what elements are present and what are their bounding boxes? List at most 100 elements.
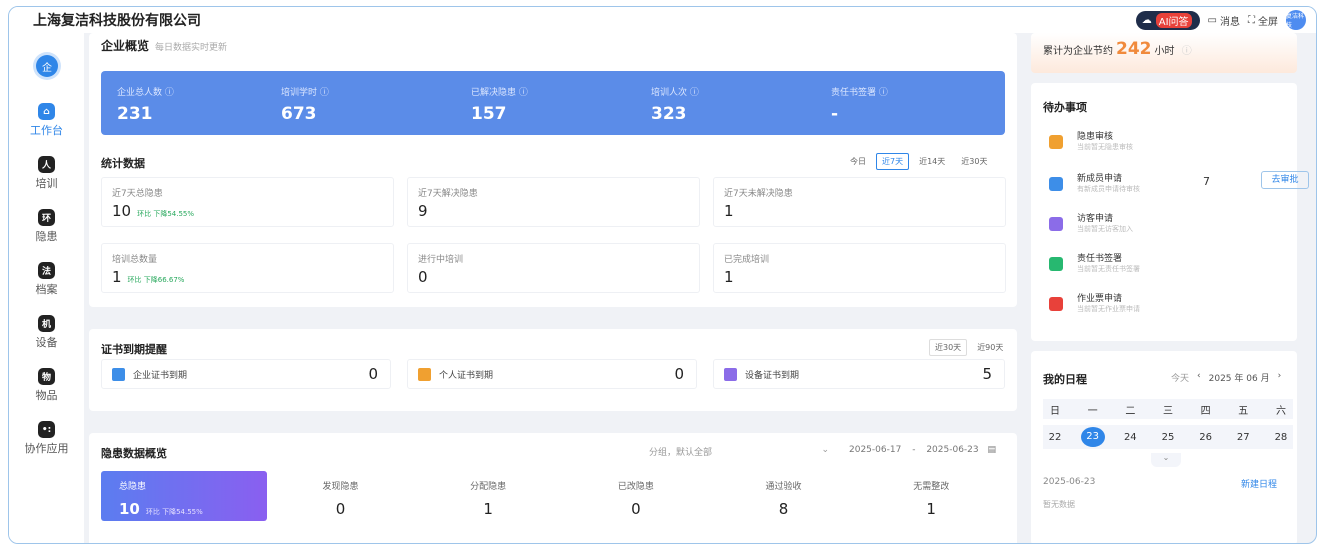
range-tab-90d[interactable]: 近90天 [971,339,1009,356]
overview-subtitle: 每日数据实时更新 [155,43,228,53]
todo-label: 作业票申请 [1077,294,1123,304]
sidebar-item-workbench[interactable]: ⌂ 工作台 [9,103,84,138]
hazard-stat-assigned[interactable]: 分配隐患 1 [414,471,562,521]
calendar-day[interactable]: 26 [1194,432,1218,443]
todo-sub: 当前暂无责任书签署 [1077,265,1140,273]
hazard-stat-accepted[interactable]: 通过验收 8 [710,471,858,521]
person-icon: 人 [38,156,55,173]
schedule-date: 2025-06-23 [1043,477,1096,487]
sidebar-item-device[interactable]: 机 设备 [9,315,84,350]
calendar-day-selected[interactable]: 23 [1080,427,1105,447]
weekday: 四 [1200,405,1211,417]
weekday-header: 日 一 二 三 四 五 六 [1043,399,1293,419]
ai-assistant-button[interactable]: ☁ AI问答 [1135,10,1200,30]
sidebar-item-goods[interactable]: 物 物品 [9,368,84,403]
calendar-day[interactable]: 22 [1043,432,1067,443]
stat-cell-training-ongoing: 进行中培训 0 [407,243,700,293]
sidebar-item-training[interactable]: 人 培训 [9,156,84,191]
hazard-stat-label: 通过验收 [765,482,802,492]
stat-value: - [831,104,839,124]
savings-text: 累计为企业节约 242 小时 ⓘ [1043,39,1192,59]
cell-label: 进行中培训 [418,255,464,265]
hazard-stat-value: 1 [926,500,936,518]
calendar-day[interactable]: 25 [1156,432,1180,443]
todo-label: 隐患审核 [1077,132,1114,142]
calendar-day[interactable]: 27 [1231,432,1255,443]
todo-responsibility-sign[interactable]: 责任书签署 当前暂无责任书签署 [1043,251,1293,281]
stat-label: 责任书签署 ⓘ [831,88,888,98]
date-separator: - [912,445,916,455]
app-window: 上海复洁科技股份有限公司 ☁ AI问答 ▭ 消息 ⛶ 全屏 复洁科技 企 ⌂ 工… [8,6,1317,544]
sidebar-item-archive[interactable]: 法 档案 [9,262,84,297]
today-button[interactable]: 今天 [1171,371,1189,384]
range-tab-30d[interactable]: 近30天 [929,339,968,356]
stat-training-attendance: 培训人次 ⓘ 323 [651,85,699,124]
apps-icon: •: [38,421,55,438]
statistics-range-tabs: 今日 近7天 近14天 近30天 [844,153,993,170]
calendar-day[interactable]: 24 [1118,432,1142,443]
expand-chevron-icon[interactable]: ⌄ [1151,453,1181,467]
sidebar-item-hazard[interactable]: 环 隐患 [9,209,84,244]
cert-label: 设备证书到期 [745,370,800,381]
todo-visitor-request[interactable]: 访客申请 当前暂无访客加入 [1043,211,1293,241]
hazard-stat-label: 发现隐患 [322,482,359,492]
schedule-empty: 暂无数据 [1043,500,1075,509]
sidebar-item-apps[interactable]: •: 协作应用 [9,421,84,456]
hazard-stat-found[interactable]: 发现隐患 0 [267,471,415,521]
archive-icon: 法 [38,262,55,279]
todo-hazard-review[interactable]: 隐患审核 当前暂无隐患审核 [1043,129,1293,159]
range-tab-today[interactable]: 今日 [844,153,872,170]
todo-card: 待办事项 隐患审核 当前暂无隐患审核 新成员申请 有新成员申请待审核 7 去审批… [1031,83,1309,341]
sidebar-item-label: 隐患 [35,230,58,243]
range-tab-7d[interactable]: 近7天 [876,153,910,170]
hazard-stat-value: 0 [335,500,346,518]
cert-personal[interactable]: 个人证书到期 0 [407,359,697,389]
weekday: 日 [1050,405,1060,417]
chevron-left-icon[interactable]: ‹ [1197,371,1201,384]
overview-title-text: 企业概览 [101,39,150,53]
weekday: 五 [1238,405,1249,417]
hazard-stat-fixed[interactable]: 已改隐患 0 [562,471,710,521]
stat-cell-7d-unresolved: 近7天未解决隐患 1 [713,177,1006,227]
hazard-stat-no-rectify[interactable]: 无需整改 1 [857,471,1005,521]
overview-card: 企业概览 每日数据实时更新 企业总人数 ⓘ 231 培训学时 ⓘ 673 已解决隐… [89,33,1017,307]
ai-assistant-label: AI问答 [1155,12,1192,28]
schedule-card: 我的日程 今天 ‹ 2025 年 06 月 › 日 一 二 三 四 五 六 22… [1031,351,1297,543]
sidebar-item-label: 协作应用 [24,442,69,455]
hazard-stat-label: 无需整改 [913,482,950,492]
new-schedule-button[interactable]: 新建日程 [1241,477,1277,490]
hazard-stats-row: 总隐患 10 环比 下降54.55% 发现隐患 0 分配隐患 1 已改隐患 0 通… [101,471,1005,521]
chevron-right-icon[interactable]: › [1278,371,1282,384]
todo-sub: 当前暂无访客加入 [1077,225,1133,233]
calendar-month: 2025 年 06 月 [1208,374,1270,384]
cert-enterprise[interactable]: 企业证书到期 0 [101,359,391,389]
hazard-stat-total[interactable]: 总隐患 10 环比 下降54.55% [101,471,267,521]
calendar-day[interactable]: 28 [1269,432,1293,443]
date-range-picker[interactable]: 2025-06-17 - 2025-06-23 ▤ [849,445,996,455]
group-filter-select[interactable]: 分组，默认全部 ⌄ [649,445,829,458]
range-tab-30d[interactable]: 近30天 [955,153,993,170]
hazard-stat-value: 8 [778,500,789,518]
group-filter-value: 分组，默认全部 [649,448,713,458]
range-tab-14d[interactable]: 近14天 [913,153,951,170]
device-cert-icon [724,367,737,381]
todo-work-permit[interactable]: 作业票申请 当前暂无作业票申请 [1043,291,1293,321]
certificate-range-tabs: 近30天 近90天 [929,339,1009,356]
messages-button[interactable]: ▭ 消息 [1208,13,1240,28]
avatar[interactable]: 复洁科技 [1286,10,1306,30]
hazard-stat-value: 0 [631,500,641,518]
todo-member-request[interactable]: 新成员申请 有新成员申请待审核 7 去审批 [1043,171,1309,201]
cell-label: 已完成培训 [724,255,770,265]
hazard-stat-label: 分配隐患 [470,482,507,492]
stat-cell-7d-hazards: 近7天总隐患 10 环比 下降54.55% [101,177,394,227]
cert-label: 个人证书到期 [439,370,494,381]
stat-value: 673 [281,104,317,124]
cell-value: 0 [418,268,428,286]
stat-label: 企业总人数 ⓘ [117,88,174,98]
approve-button[interactable]: 去审批 [1261,171,1309,189]
cert-device[interactable]: 设备证书到期 5 [713,359,1005,389]
savings-value: 242 [1116,39,1152,59]
fullscreen-button[interactable]: ⛶ 全屏 [1248,13,1278,28]
stat-value: 157 [471,104,507,124]
todo-sub: 当前暂无作业票申请 [1077,305,1140,313]
